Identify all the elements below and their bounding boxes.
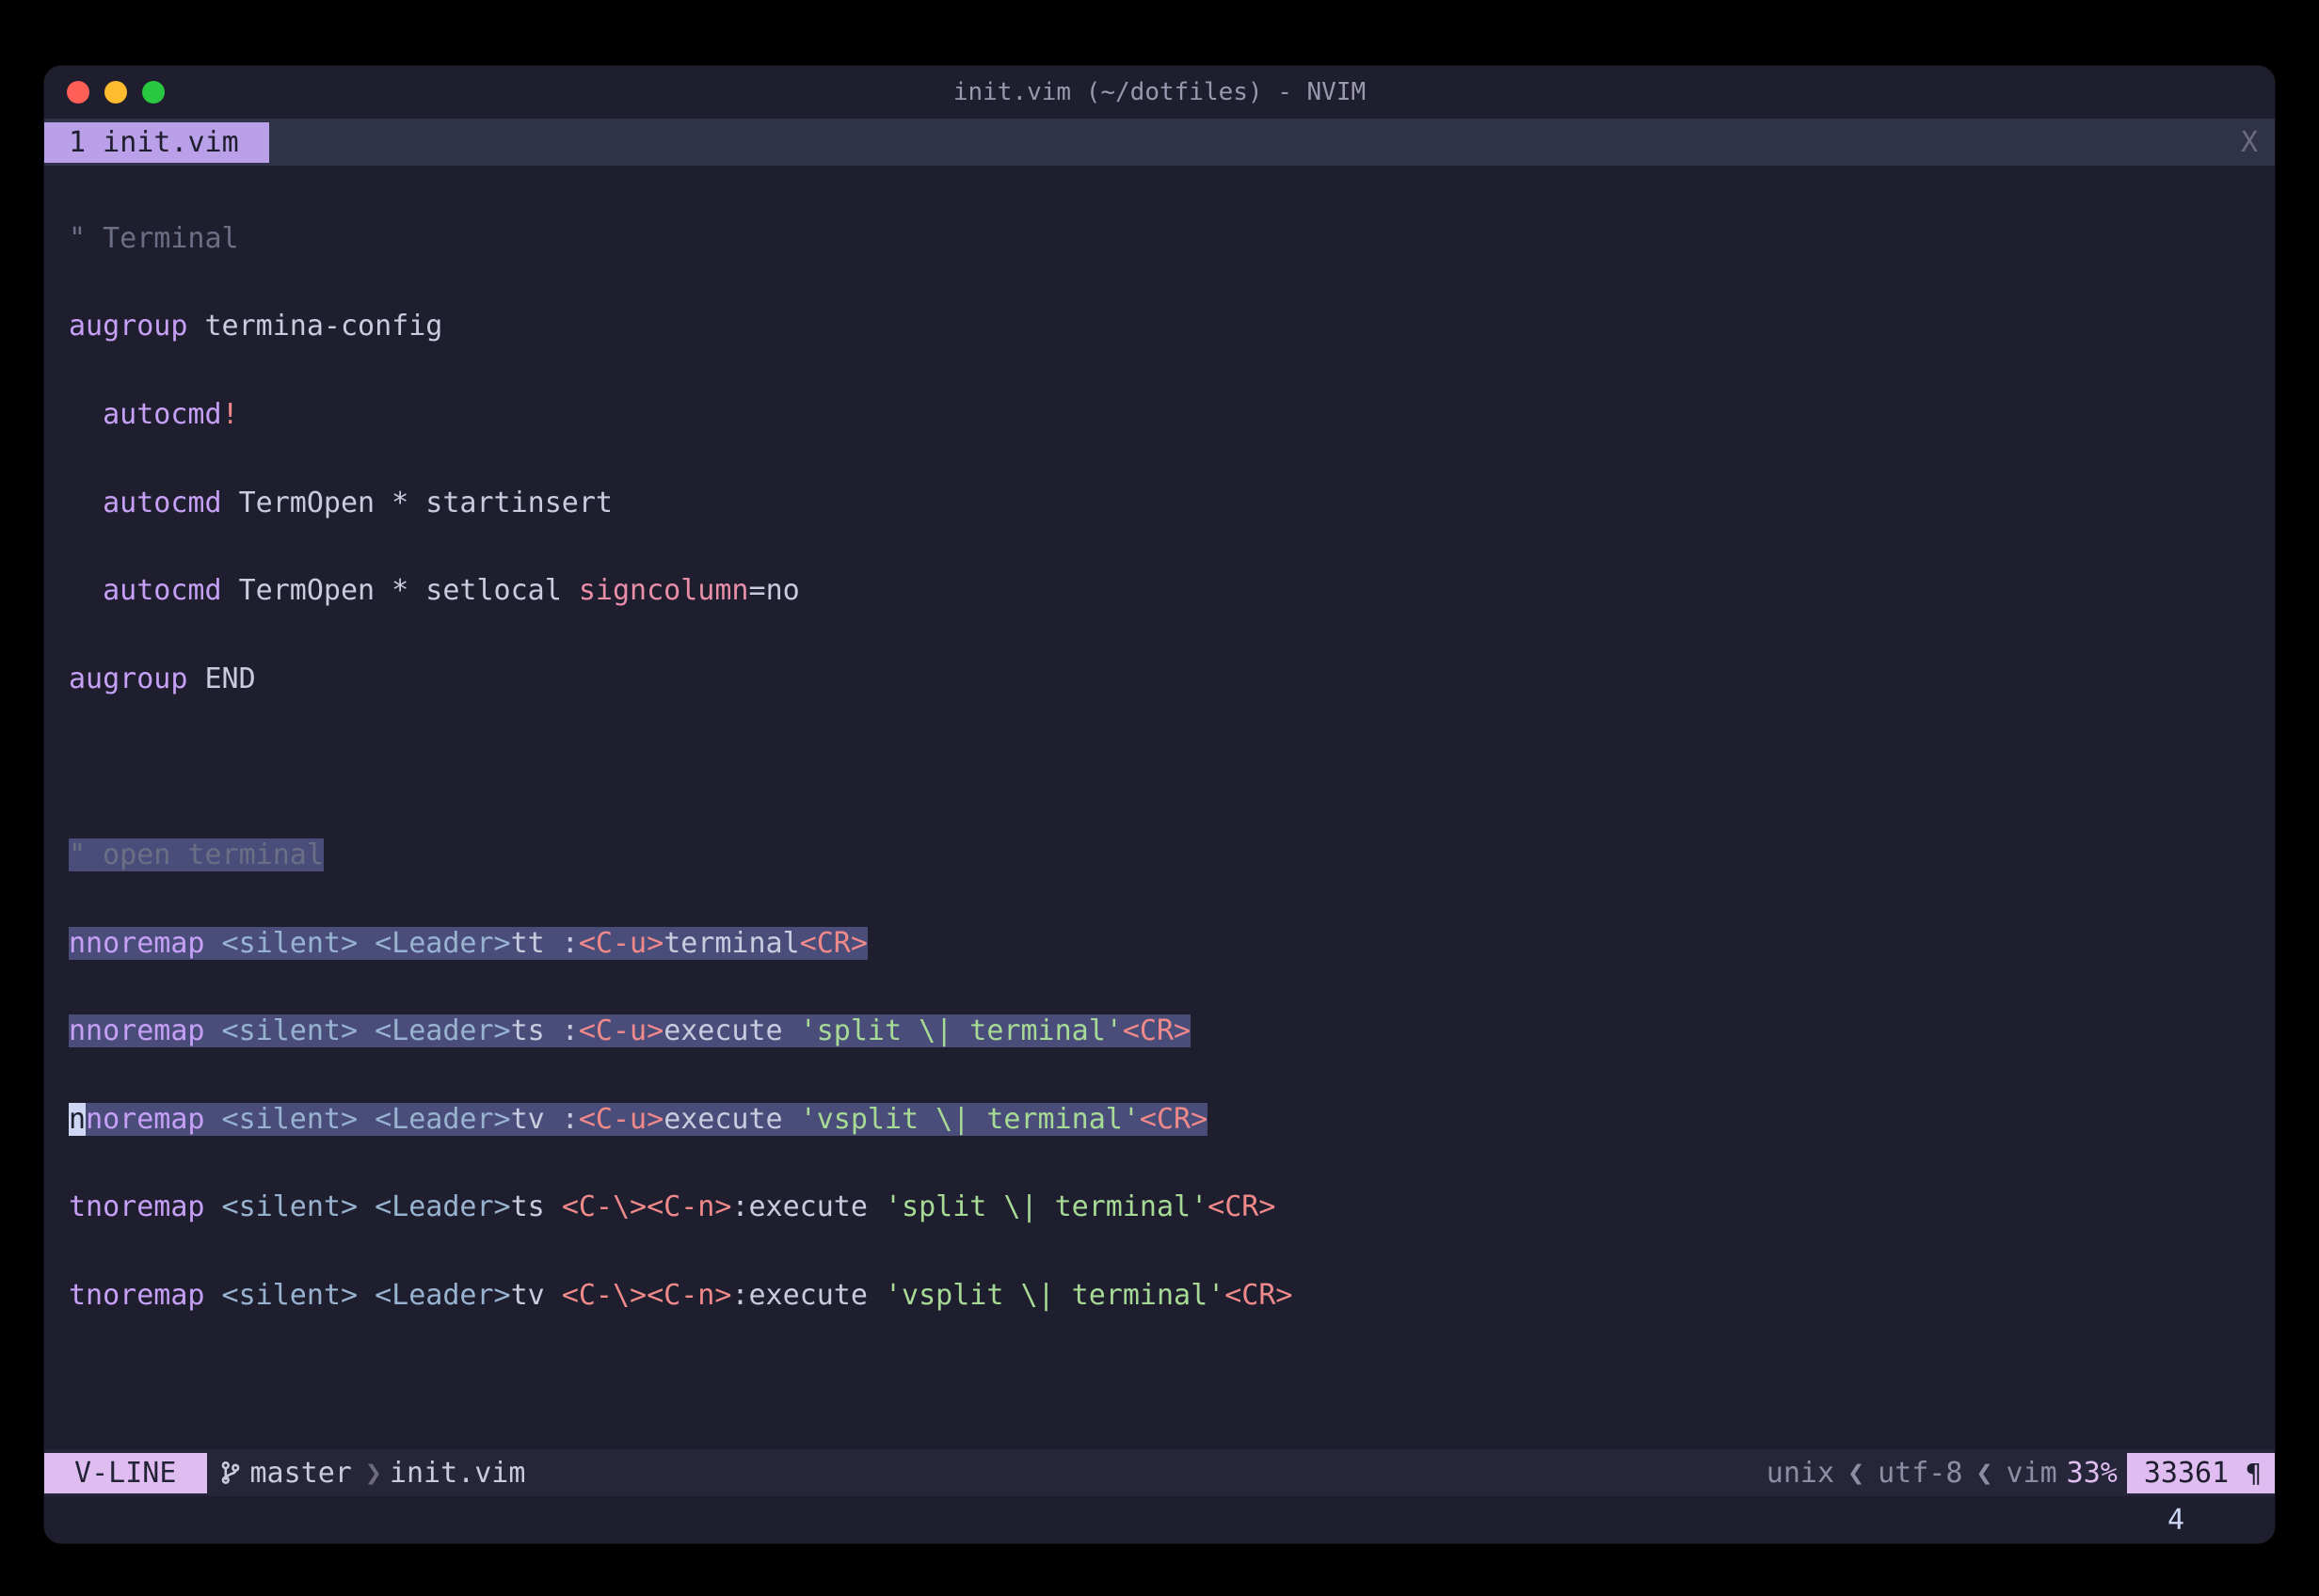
scroll-percent: 33% (2057, 1457, 2127, 1490)
titlebar: init.vim (~/dotfiles) - NVIM (44, 66, 2275, 119)
blank-line (69, 745, 2275, 790)
code-line-selected: nnoremap <silent> <Leader>tv :<C-u>execu… (69, 1098, 2275, 1142)
file-encoding: utf-8 (1878, 1457, 1962, 1490)
command-line[interactable]: 4 (44, 1496, 2275, 1543)
window-title: init.vim (~/dotfiles) - NVIM (44, 78, 2275, 106)
cursor-position: 33361 ¶ (2127, 1453, 2275, 1493)
code-line-selected: nnoremap <silent> <Leader>ts :<C-u>execu… (69, 1010, 2275, 1054)
file-type: vim (2006, 1457, 2056, 1490)
visual-line-count: 4 (2167, 1504, 2184, 1537)
cursor: n (69, 1103, 86, 1136)
code-line: tnoremap <silent> <Leader>tv <C-\><C-n>:… (69, 1274, 2275, 1318)
separator-icon: ❮ (1975, 1457, 1992, 1490)
code-line: augroup END (69, 658, 2275, 702)
code-line: autocmd TermOpen * startinsert (69, 482, 2275, 526)
code-line: augroup termina-config (69, 305, 2275, 349)
code-line: tnoremap <silent> <Leader>ts <C-\><C-n>:… (69, 1186, 2275, 1230)
tab-init-vim[interactable]: 1 init.vim (44, 122, 269, 163)
git-branch: master (207, 1457, 358, 1490)
terminal-window: init.vim (~/dotfiles) - NVIM 1 init.vim … (44, 66, 2275, 1543)
editor-viewport[interactable]: " Terminal augroup termina-config autocm… (44, 166, 2275, 1449)
statusline-right: unix ❮ utf-8 ❮ vim (1767, 1457, 2057, 1490)
code-line: autocmd TermOpen * setlocal signcolumn=n… (69, 569, 2275, 614)
branch-name: master (250, 1457, 352, 1490)
file-name: init.vim (390, 1457, 526, 1490)
code-line-selected: " open terminal (69, 834, 2275, 878)
blank-line (69, 1363, 2275, 1407)
git-branch-icon (220, 1460, 241, 1485)
pilcrow-icon: ¶ (2246, 1458, 2262, 1489)
file-format: unix (1767, 1457, 1834, 1490)
code-line-selected: nnoremap <silent> <Leader>tt :<C-u>termi… (69, 922, 2275, 966)
separator-icon: ❯ (358, 1457, 390, 1490)
statusline: V-LINE master ❯ init.vim unix ❮ utf-8 ❮ … (44, 1449, 2275, 1496)
code-line: " Terminal (69, 217, 2275, 262)
code-line: autocmd! (69, 393, 2275, 438)
separator-icon: ❮ (1847, 1457, 1864, 1490)
mode-indicator: V-LINE (44, 1453, 207, 1493)
tab-close-icon[interactable]: X (2241, 126, 2258, 159)
tab-bar: 1 init.vim X (44, 119, 2275, 166)
